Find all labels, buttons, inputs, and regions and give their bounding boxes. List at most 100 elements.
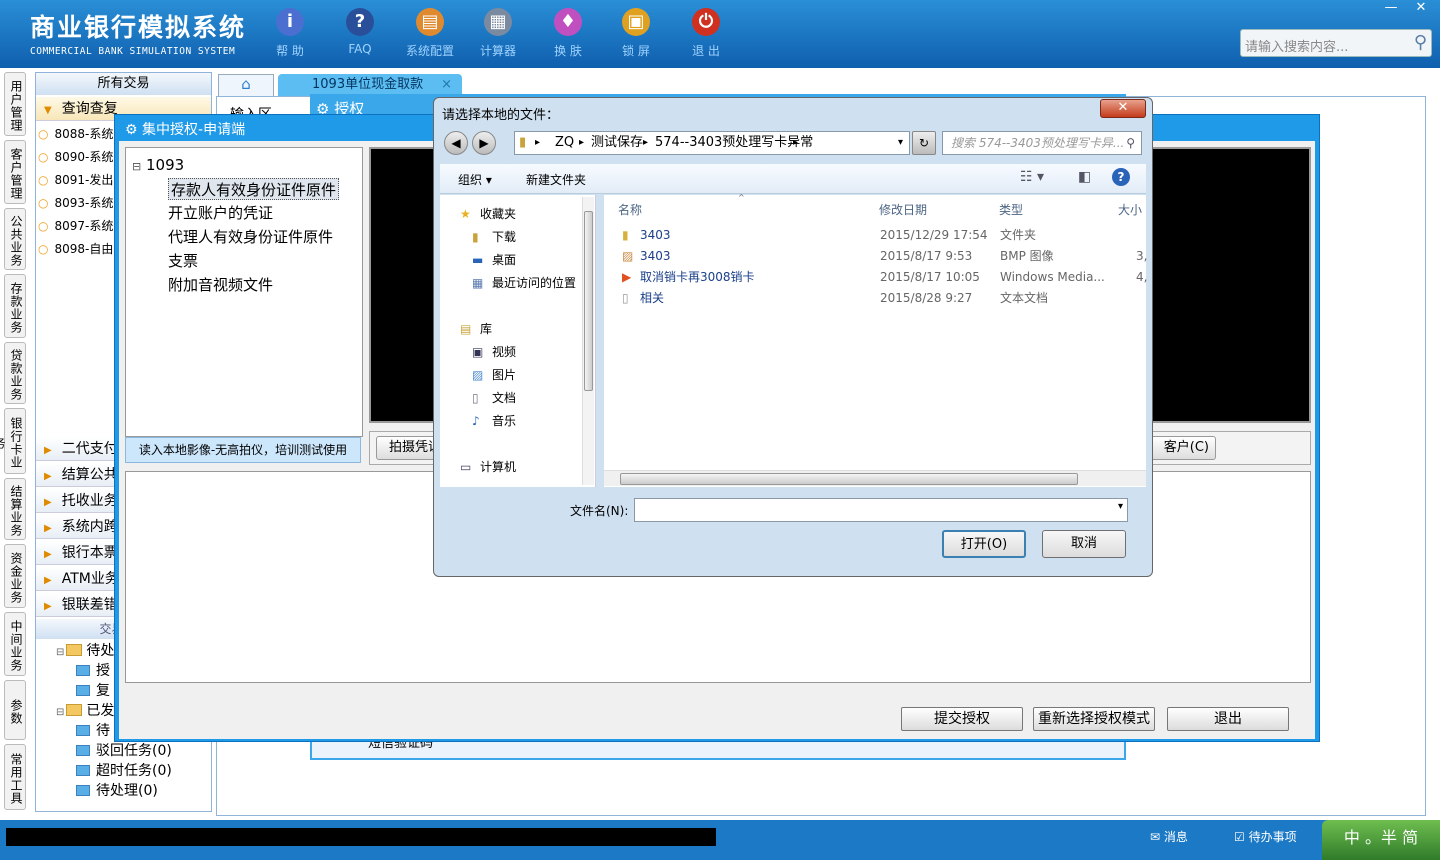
nav-scrollbar[interactable]	[582, 197, 594, 485]
search-box[interactable]: 请输入搜索内容... ⚲	[1240, 29, 1432, 57]
tree-item[interactable]: 待处理(0)	[76, 781, 158, 801]
file-name[interactable]: 3403	[640, 246, 671, 266]
tree-item[interactable]: 超时任务(0)	[76, 761, 172, 781]
tab-close-icon[interactable]: ×	[441, 74, 452, 96]
home-tab[interactable]: ⌂	[218, 74, 274, 98]
collapse-icon[interactable]: ⊟	[56, 647, 64, 658]
exit-button[interactable]: 退出	[1167, 707, 1289, 731]
tree-label: 待	[96, 723, 110, 739]
close-button[interactable]: ✕	[1406, 0, 1436, 18]
transaction-item[interactable]: ○ 8098-自由	[38, 238, 113, 260]
column-header[interactable]: 名称	[618, 201, 642, 218]
cancel-button[interactable]: 取消	[1042, 530, 1126, 558]
tree-item[interactable]: 授	[76, 661, 110, 681]
toolbar-info-button[interactable]: i 帮 助	[260, 8, 320, 59]
nav-recent[interactable]: ▦ 最近访问的位置	[472, 272, 576, 294]
toolbar-calculator-button[interactable]: ▦ 计算器	[468, 8, 528, 59]
address-dropdown-icon[interactable]: ▾	[898, 132, 903, 154]
forward-button[interactable]: ▶	[472, 131, 496, 155]
preview-pane-icon[interactable]: ◧	[1078, 169, 1091, 185]
vertical-tab-7[interactable]: 资金业务	[4, 544, 26, 608]
organize-menu[interactable]: 组织 ▾	[458, 171, 492, 188]
search-placeholder[interactable]: 请输入搜索内容...	[1245, 36, 1348, 55]
tree-item[interactable]: 复	[76, 681, 110, 701]
file-name[interactable]: 相关	[640, 288, 664, 308]
transaction-item[interactable]: ○ 8091-发出	[38, 169, 113, 191]
vertical-tab-6[interactable]: 结算业务	[4, 478, 26, 540]
dialog-close-button[interactable]: ✕	[1100, 99, 1146, 118]
voucher-item[interactable]: 附加音视频文件	[168, 274, 273, 296]
file-name[interactable]: 取消销卡再3008销卡	[640, 267, 755, 287]
transaction-item[interactable]: ○ 8097-系统	[38, 215, 113, 237]
search-icon[interactable]: ⚲	[1414, 32, 1427, 53]
address-bar[interactable]: ▮ ▸ ZQ ▸ 测试保存 ▸ 574--3403预处理写卡异常 ▸ ▾	[514, 131, 910, 155]
vertical-tab-9[interactable]: 参数	[4, 680, 26, 740]
toolbar-power-button[interactable]: ⏻ 退 出	[676, 8, 736, 59]
tree-item[interactable]: 驳回任务(0)	[76, 741, 172, 761]
minimize-button[interactable]: —	[1376, 0, 1406, 18]
toolbar-lock-button[interactable]: ▣ 锁 屏	[606, 8, 666, 59]
voucher-item[interactable]: 存款人有效身份证件原件	[168, 178, 340, 200]
folder-search-input[interactable]: 搜索 574--3403预处理写卡异... ⚲	[942, 131, 1142, 155]
voucher-item[interactable]: 支票	[168, 250, 198, 272]
collapse-icon[interactable]: ⊟	[132, 160, 141, 173]
todo-button[interactable]: ☑ 待办事项	[1234, 820, 1297, 854]
horizontal-scrollbar[interactable]	[604, 470, 1146, 486]
collapse-icon[interactable]: ⊟	[56, 707, 64, 718]
nav-computer[interactable]: ▭ 计算机	[460, 456, 516, 478]
vertical-tab-3[interactable]: 存款业务	[4, 274, 26, 338]
status-bar: ✉ 消息 ☑ 待办事项	[0, 820, 1440, 860]
search-icon[interactable]: ⚲	[1126, 132, 1135, 154]
breadcrumb-item[interactable]: 测试保存	[591, 132, 643, 154]
file-row[interactable]: ▮ 3403 2015/12/29 17:54 文件夹	[618, 225, 1158, 245]
vertical-tab-5[interactable]: 银行卡业务	[0, 408, 26, 474]
file-row[interactable]: ▶ 取消销卡再3008销卡 2015/8/17 10:05 Windows Media…	[618, 267, 1158, 287]
back-button[interactable]: ◀	[444, 131, 468, 155]
vertical-tab-4[interactable]: 贷款业务	[4, 342, 26, 404]
filename-input[interactable]: ▾	[634, 498, 1128, 522]
vertical-tab-10[interactable]: 常用工具	[4, 744, 26, 810]
view-options-icon[interactable]: ☷ ▾	[1020, 169, 1044, 185]
refresh-button[interactable]: ↻	[912, 131, 936, 155]
column-header[interactable]: 大小	[1118, 201, 1142, 218]
breadcrumb-item[interactable]: ZQ	[555, 132, 574, 154]
submit-authorization-button[interactable]: 提交授权	[901, 707, 1023, 731]
voucher-item[interactable]: 代理人有效身份证件原件	[168, 226, 333, 248]
vertical-tab-1[interactable]: 客户管理	[4, 140, 26, 204]
vertical-tab-0[interactable]: 用户管理	[4, 72, 26, 136]
open-button[interactable]: 打开(O)	[942, 530, 1026, 558]
vertical-tab-8[interactable]: 中间业务	[4, 612, 26, 676]
nav-star[interactable]: ★ 收藏夹	[460, 203, 516, 225]
column-header[interactable]: 类型	[999, 201, 1023, 218]
toolbar-toolbox-button[interactable]: ▤ 系统配置	[400, 8, 460, 59]
file-row[interactable]: ▨ 3403 2015/8/17 9:53 BMP 图像 3,	[618, 246, 1158, 266]
nav-desktop[interactable]: ▬ 桌面	[472, 249, 516, 271]
help-icon[interactable]: ?	[1112, 168, 1130, 186]
tree-item[interactable]: 待	[76, 721, 110, 741]
nav-download-folder[interactable]: ▮ 下载	[472, 226, 516, 248]
nav-music[interactable]: ♪ 音乐	[472, 410, 516, 432]
tree-root[interactable]: ⊟ 1093	[132, 154, 184, 176]
breadcrumb-item[interactable]: 574--3403预处理写卡异常	[655, 132, 813, 154]
transaction-item[interactable]: ○ 8093-系统	[38, 192, 113, 214]
customer-button[interactable]: 客户(C)	[1146, 436, 1216, 460]
nav-document[interactable]: ▯ 文档	[472, 387, 516, 409]
toolbar-question-button[interactable]: ? FAQ	[330, 8, 390, 56]
file-row[interactable]: ▯ 相关 2015/8/28 9:27 文本文档	[618, 288, 1158, 308]
column-header[interactable]: 修改日期	[879, 201, 927, 218]
filename-dropdown-icon[interactable]: ▾	[1118, 501, 1123, 512]
nav-library[interactable]: ▤ 库	[460, 318, 492, 340]
transaction-item[interactable]: ○ 8090-系统	[38, 146, 113, 168]
file-name[interactable]: 3403	[640, 225, 671, 245]
reselect-mode-button[interactable]: 重新选择授权模式	[1033, 707, 1155, 731]
nav-video[interactable]: ▣ 视频	[472, 341, 516, 363]
voucher-item[interactable]: 开立账户的凭证	[168, 202, 273, 224]
message-button[interactable]: ✉ 消息	[1150, 820, 1188, 854]
vertical-tab-2[interactable]: 公共业务	[4, 208, 26, 270]
transaction-item[interactable]: ○ 8088-系统	[38, 123, 113, 145]
read-local-image-button[interactable]: 读入本地影像-无高拍仪，培训测试使用	[125, 437, 361, 463]
nav-picture[interactable]: ▨ 图片	[472, 364, 516, 386]
toolbar-shirt-button[interactable]: ♦ 换 肤	[538, 8, 598, 59]
new-folder-button[interactable]: 新建文件夹	[526, 171, 586, 188]
ime-indicator[interactable]: 中 。半 简	[1322, 820, 1440, 860]
